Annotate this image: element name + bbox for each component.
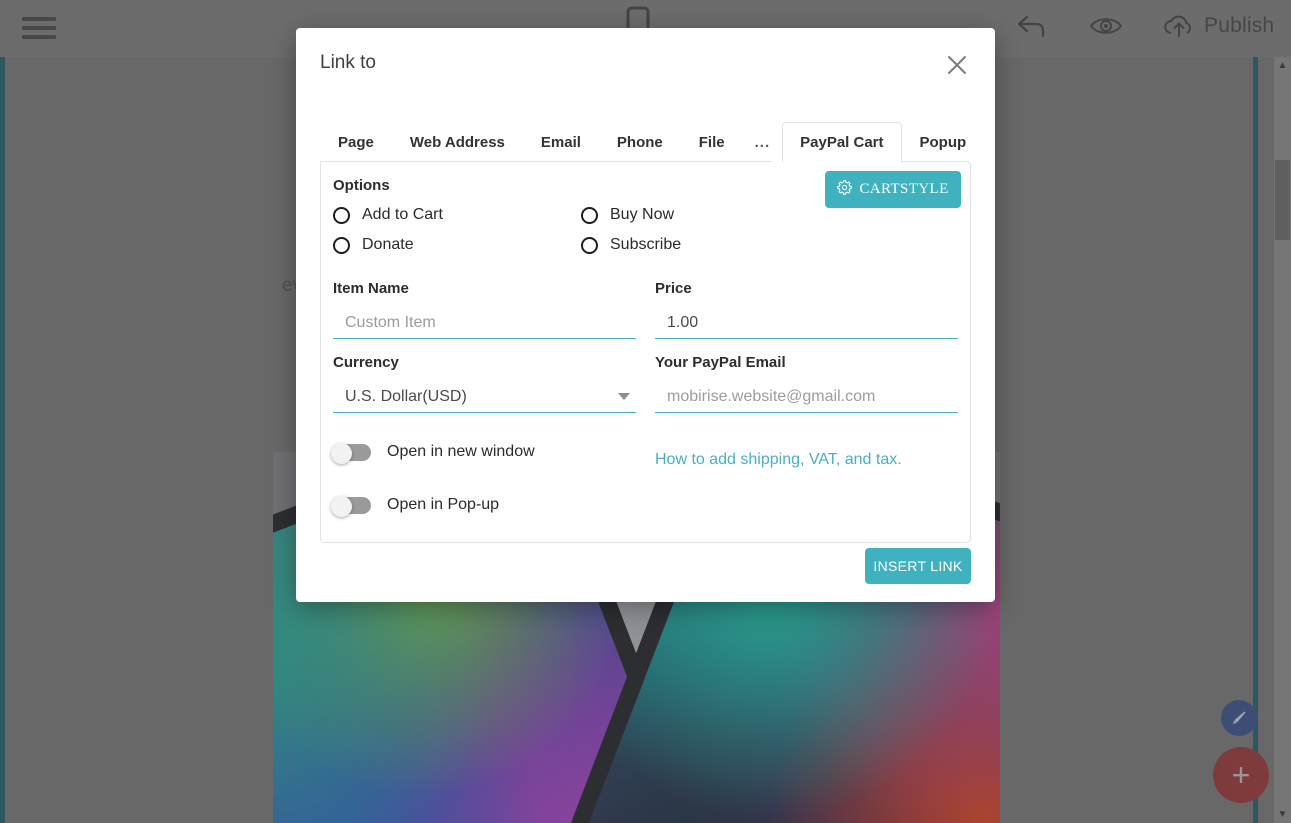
toggle-switch-icon[interactable] (331, 443, 371, 464)
toggle-open-new-window[interactable]: Open in new window (331, 443, 535, 464)
tab-label: File (698, 134, 725, 151)
item-name-label: Item Name (333, 280, 409, 297)
radio-label: Buy Now (610, 206, 675, 223)
price-label: Price (655, 280, 692, 297)
price-input[interactable] (655, 311, 958, 339)
tab-label: Page (338, 134, 374, 151)
link-type-tabs: Page Web Address Email Phone File ... Pa… (320, 122, 971, 162)
paypal-cart-panel: Options CARTSTYLE Add to Cart Buy Now Do… (320, 161, 971, 543)
currency-label: Currency (333, 354, 399, 371)
item-name-field: Item Name (333, 280, 636, 339)
toggle-switch-icon[interactable] (331, 496, 371, 517)
paypal-email-input[interactable] (655, 385, 958, 413)
radio-circle-icon (581, 206, 598, 224)
tab-label: Popup (919, 134, 967, 151)
item-name-input[interactable] (333, 311, 636, 339)
currency-select[interactable] (333, 385, 636, 413)
paypal-email-label: Your PayPal Email (655, 354, 786, 371)
radio-subscribe[interactable]: Subscribe (581, 236, 681, 254)
tab-label: PayPal Cart (800, 134, 884, 151)
chevron-down-icon[interactable] (618, 393, 630, 400)
currency-field: Currency (333, 354, 636, 413)
radio-label: Donate (362, 236, 414, 253)
currency-select-wrap[interactable] (333, 385, 636, 413)
toggle-knob (331, 496, 352, 517)
tab-web-address[interactable]: Web Address (392, 122, 523, 162)
radio-buy-now[interactable]: Buy Now (581, 206, 674, 224)
insert-link-button[interactable]: INSERT LINK (865, 548, 971, 584)
tab-paypal-cart[interactable]: PayPal Cart (782, 122, 902, 162)
radio-add-to-cart[interactable]: Add to Cart (333, 206, 443, 224)
dialog-title: Link to (320, 52, 376, 73)
toggle-knob (331, 443, 352, 464)
tab-page[interactable]: Page (320, 122, 392, 162)
options-heading: Options (333, 177, 390, 194)
shipping-vat-tax-help-link[interactable]: How to add shipping, VAT, and tax. (655, 451, 902, 469)
app-root: ev Publish ▲ ▼ + Link to Page Web Addres… (0, 0, 1291, 823)
tab-label: ... (754, 134, 771, 151)
tab-label: Email (540, 134, 581, 151)
toggle-label: Open in Pop-up (387, 496, 500, 513)
paypal-email-field: Your PayPal Email (655, 354, 958, 413)
radio-circle-icon (581, 236, 598, 254)
radio-circle-icon (333, 236, 350, 254)
tab-label: Web Address (409, 134, 505, 151)
cartstyle-label: CARTSTYLE (859, 181, 949, 197)
tab-popup[interactable]: Popup (902, 122, 985, 162)
radio-circle-icon (333, 206, 350, 224)
close-x-icon[interactable] (940, 48, 974, 82)
tab-file[interactable]: File (681, 122, 743, 162)
gear-icon (837, 179, 853, 200)
price-field: Price (655, 280, 958, 339)
radio-label: Subscribe (610, 236, 682, 253)
toggle-open-popup[interactable]: Open in Pop-up (331, 496, 500, 517)
tab-email[interactable]: Email (523, 122, 599, 162)
cartstyle-button[interactable]: CARTSTYLE (825, 171, 961, 208)
link-to-dialog: Link to Page Web Address Email Phone Fil… (296, 28, 995, 602)
radio-donate[interactable]: Donate (333, 236, 414, 254)
radio-label: Add to Cart (362, 206, 443, 223)
tab-label: Phone (616, 134, 663, 151)
tab-more-overflow[interactable]: ... (743, 122, 783, 162)
tab-phone[interactable]: Phone (599, 122, 681, 162)
toggle-label: Open in new window (387, 443, 535, 460)
